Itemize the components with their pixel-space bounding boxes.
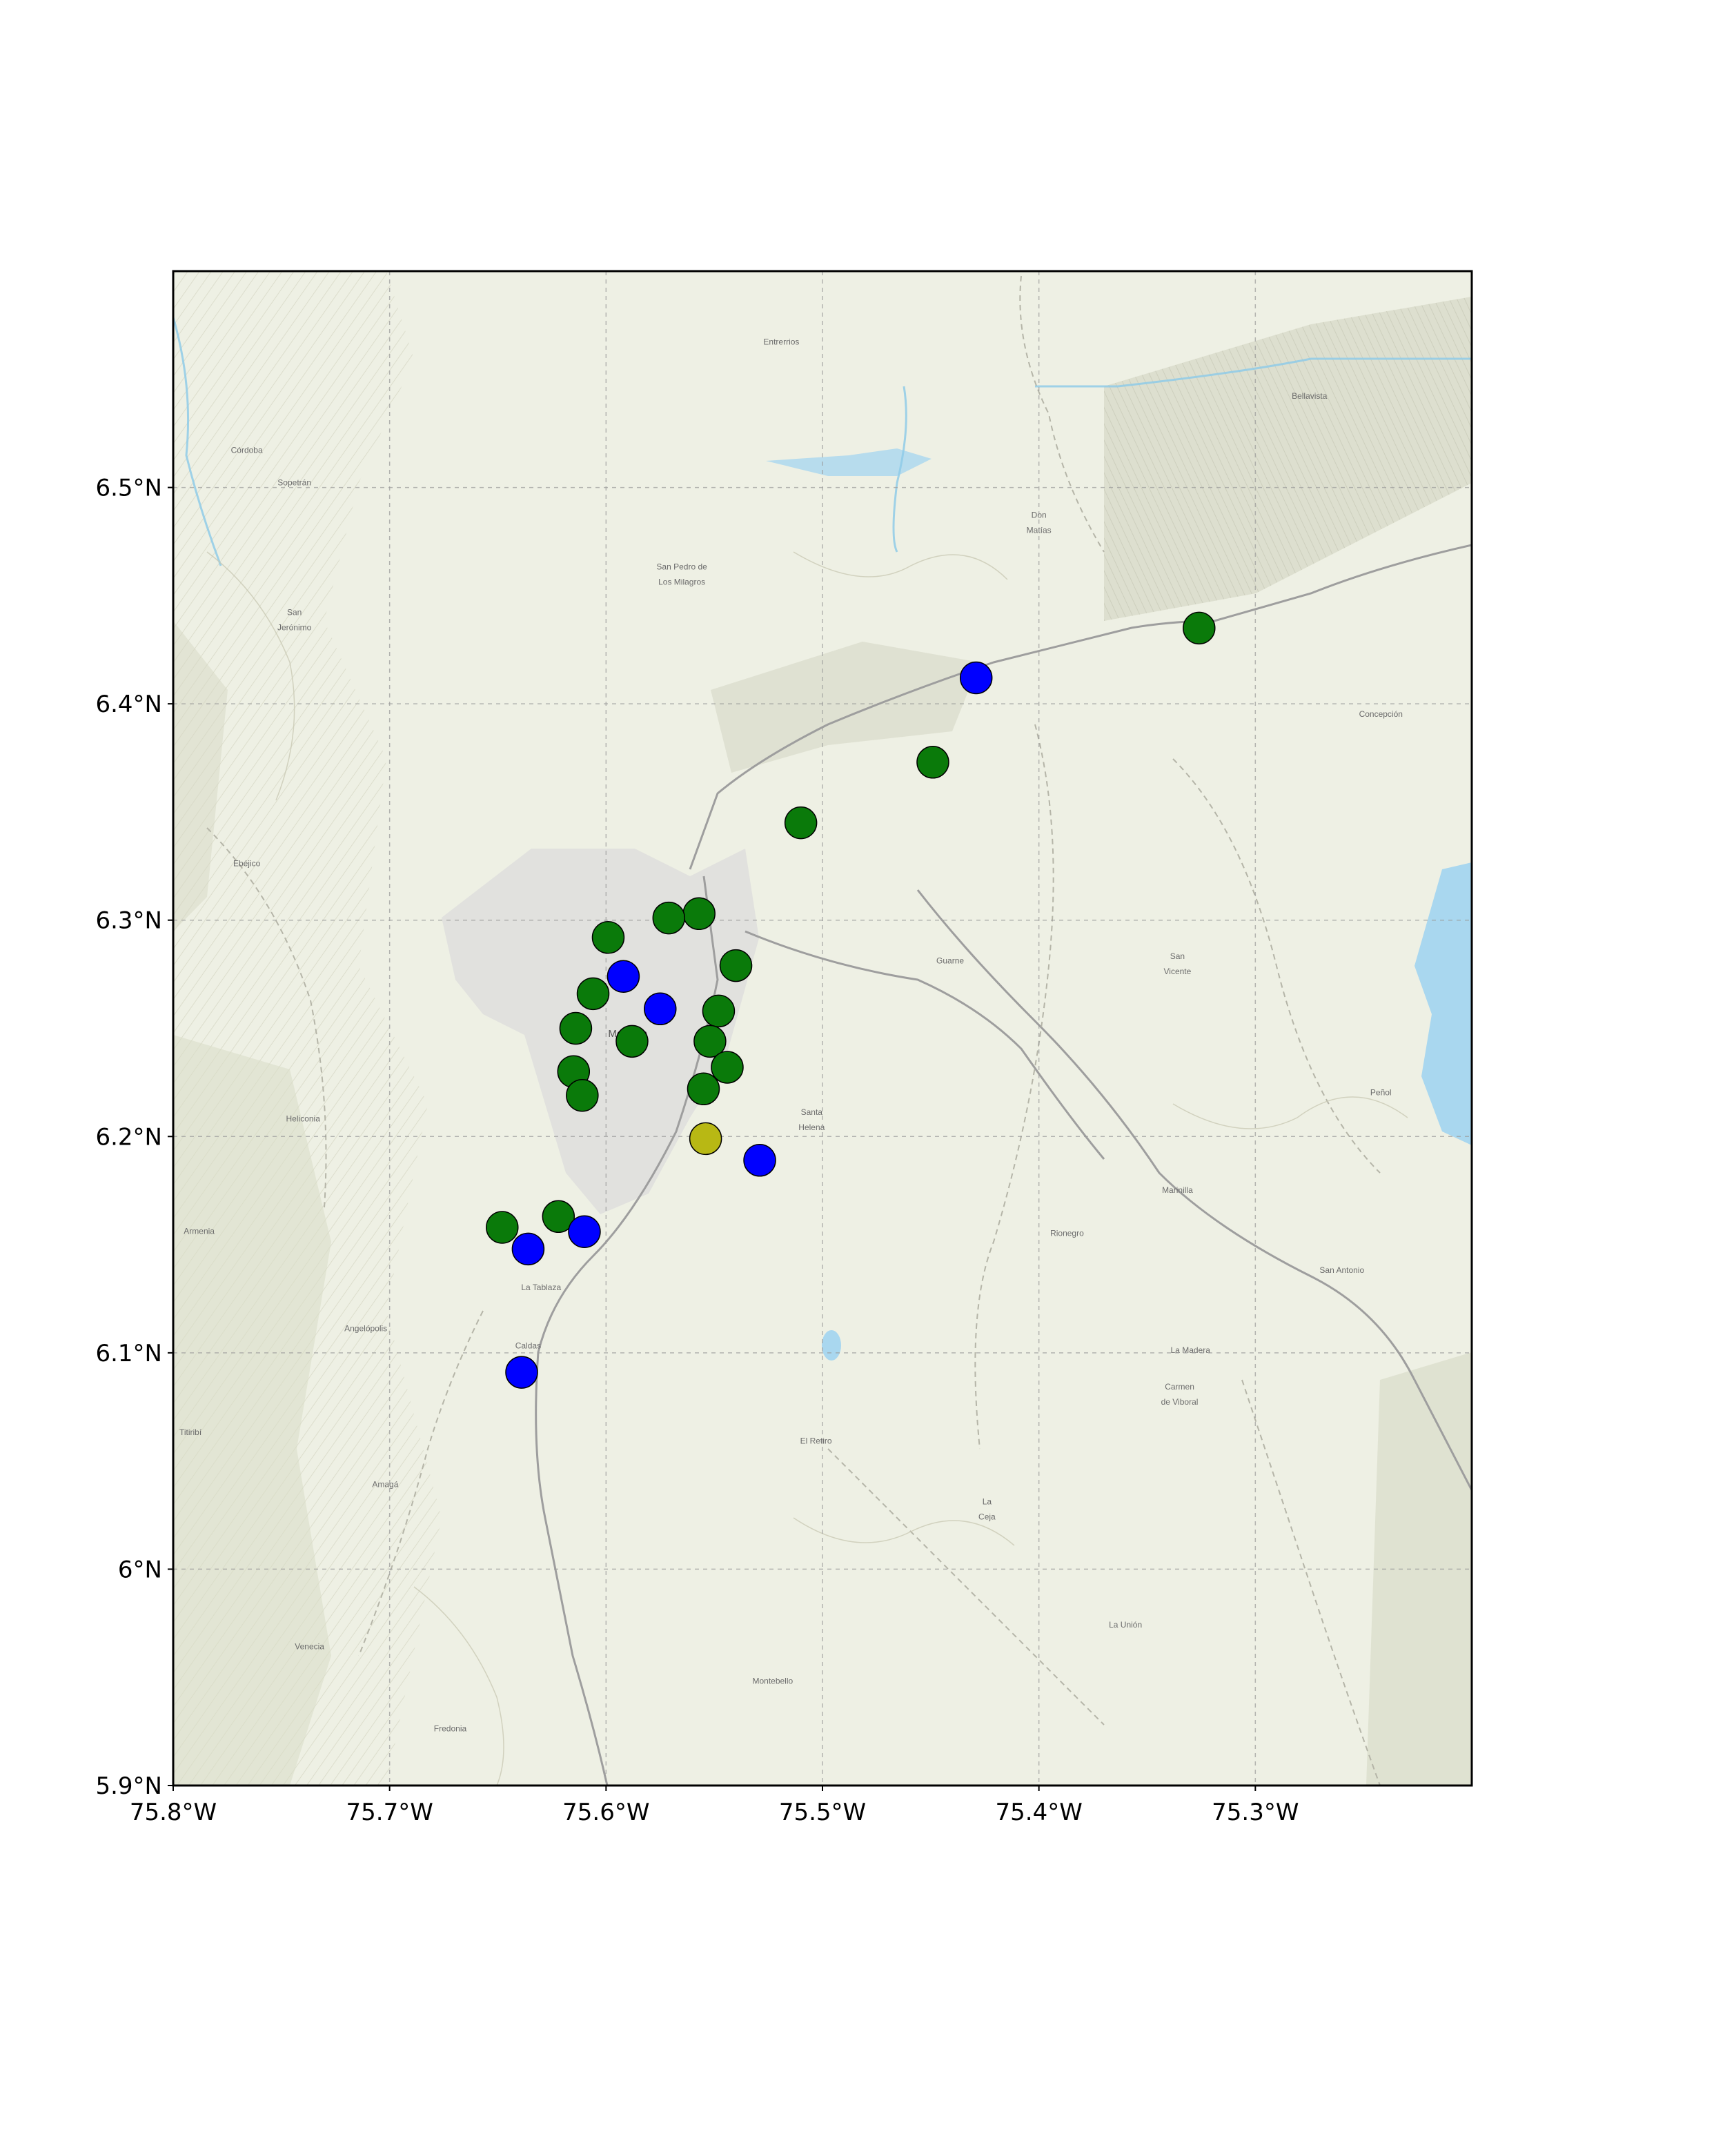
place-label: Córdoba bbox=[231, 445, 263, 455]
station-marker-blue[interactable] bbox=[511, 1232, 545, 1266]
x-axis-ticks: 75.8°W 75.7°W 75.6°W 75.5°W 75.4°W 75.3°W bbox=[130, 1786, 1299, 1826]
place-label: La bbox=[983, 1496, 992, 1506]
place-label: Vicente bbox=[1164, 967, 1192, 976]
y-tick-label: 6.1°N bbox=[95, 1340, 162, 1367]
y-tick-label: 6°N bbox=[118, 1556, 162, 1583]
x-tick-label: 75.8°W bbox=[130, 1799, 217, 1826]
station-marker-green[interactable] bbox=[682, 897, 716, 931]
place-label: Amagá bbox=[372, 1479, 398, 1489]
x-tick-label: 75.3°W bbox=[1212, 1799, 1299, 1826]
x-tick-label: 75.6°W bbox=[562, 1799, 649, 1826]
station-marker-green[interactable] bbox=[687, 1072, 720, 1106]
place-label: La Madera bbox=[1171, 1345, 1211, 1355]
station-marker-green[interactable] bbox=[652, 901, 686, 935]
y-tick-label: 6.3°N bbox=[95, 907, 162, 935]
station-marker-green[interactable] bbox=[559, 1011, 593, 1045]
y-tick-label: 6.4°N bbox=[95, 691, 162, 718]
place-label: Heliconia bbox=[286, 1114, 321, 1123]
place-label: Santa bbox=[801, 1107, 823, 1117]
station-marker-green[interactable] bbox=[784, 806, 818, 840]
station-marker-green[interactable] bbox=[719, 949, 753, 982]
place-label: Helena bbox=[798, 1122, 825, 1132]
place-label: Marinilla bbox=[1162, 1185, 1193, 1195]
station-marker-blue[interactable] bbox=[959, 661, 993, 695]
place-label: Ebéjico bbox=[233, 858, 261, 868]
y-tick-label: 6.2°N bbox=[95, 1123, 162, 1151]
place-label: La Tablaza bbox=[521, 1283, 561, 1292]
station-marker-green[interactable] bbox=[486, 1211, 519, 1244]
station-marker-green[interactable] bbox=[711, 1051, 744, 1084]
place-label: Sopetrán bbox=[277, 477, 311, 487]
place-label: San Pedro de bbox=[656, 562, 707, 572]
y-axis-ticks: 6.5°N 6.4°N 6.3°N 6.2°N 6.1°N 6°N 5.9°N bbox=[95, 475, 173, 1800]
place-label: Titiribí bbox=[179, 1427, 202, 1437]
place-label: Carmen bbox=[1165, 1382, 1194, 1392]
y-tick-label: 6.5°N bbox=[95, 475, 162, 502]
place-label: Montebello bbox=[752, 1677, 793, 1686]
station-marker-green[interactable] bbox=[916, 746, 949, 779]
place-label: Jerónimo bbox=[277, 623, 312, 633]
station-marker-blue[interactable] bbox=[743, 1144, 776, 1177]
place-label: Rionegro bbox=[1050, 1229, 1084, 1238]
place-label: El Retiro bbox=[800, 1436, 832, 1446]
place-label: Concepción bbox=[1359, 709, 1403, 719]
station-marker-green[interactable] bbox=[591, 921, 625, 954]
place-label: Angelópolis bbox=[344, 1324, 387, 1334]
station-marker-blue[interactable] bbox=[505, 1356, 538, 1389]
map-figure: EntrerriosSan Pedro deLos MilagrosDonMat… bbox=[95, 270, 1473, 1826]
place-label: San bbox=[287, 608, 302, 617]
place-label: Caldas bbox=[515, 1341, 541, 1351]
station-marker-blue[interactable] bbox=[568, 1215, 601, 1249]
station-marker-blue[interactable] bbox=[644, 992, 677, 1026]
station-marker-green[interactable] bbox=[1183, 611, 1216, 645]
x-tick-label: 75.5°W bbox=[779, 1799, 866, 1826]
place-label: La Unión bbox=[1109, 1620, 1142, 1630]
station-marker-green[interactable] bbox=[576, 977, 610, 1011]
y-tick-label: 5.9°N bbox=[95, 1772, 162, 1800]
place-label: Los Milagros bbox=[658, 577, 705, 587]
station-marker-yellow[interactable] bbox=[689, 1122, 722, 1156]
place-label: de Viboral bbox=[1161, 1397, 1199, 1407]
station-marker-green[interactable] bbox=[702, 994, 736, 1028]
x-tick-label: 75.4°W bbox=[996, 1799, 1083, 1826]
place-label: Bellavista bbox=[1292, 391, 1328, 401]
place-label: San Antonio bbox=[1319, 1265, 1364, 1275]
place-label: Venecia bbox=[295, 1641, 324, 1651]
x-tick-label: 75.7°W bbox=[346, 1799, 433, 1826]
station-marker-blue[interactable] bbox=[607, 960, 640, 993]
reservoir-laceja bbox=[822, 1330, 841, 1361]
place-label: Armenia bbox=[184, 1226, 215, 1236]
station-marker-green[interactable] bbox=[566, 1078, 599, 1112]
place-label: Guarne bbox=[936, 956, 964, 965]
place-label: Fredonia bbox=[434, 1724, 467, 1734]
station-marker-green[interactable] bbox=[615, 1025, 649, 1058]
place-label: Entrerrios bbox=[763, 337, 799, 347]
place-label: Peñol bbox=[1370, 1088, 1392, 1098]
place-label: Ceja bbox=[978, 1512, 996, 1521]
place-label: San bbox=[1170, 951, 1185, 961]
